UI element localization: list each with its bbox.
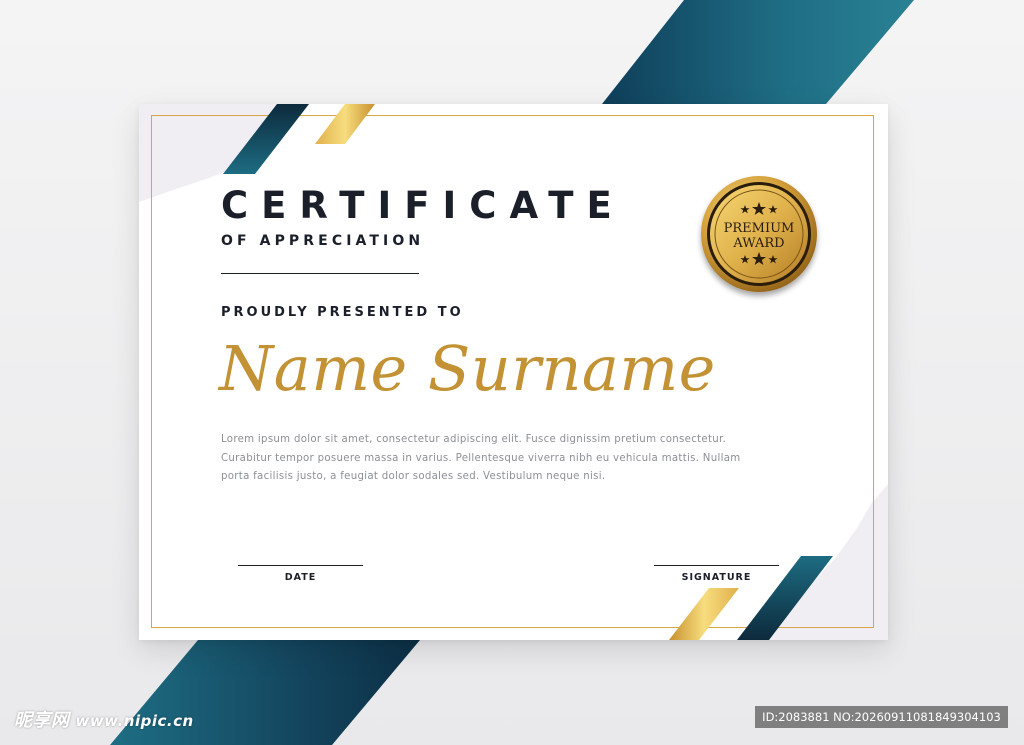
title-divider	[221, 273, 419, 274]
premium-award-seal: PREMIUM AWARD	[701, 176, 817, 292]
date-label: DATE	[284, 572, 317, 583]
site-url: www.nipic.cn	[75, 712, 194, 730]
site-name: 昵享网	[14, 710, 70, 731]
recipient-name: Name Surname	[219, 332, 716, 405]
certificate-title: CERTIFICATE	[221, 184, 625, 227]
date-line	[238, 565, 363, 566]
signature-line	[654, 565, 779, 566]
certificate-body: Lorem ipsum dolor sit amet, consectetur …	[221, 431, 781, 487]
body-line: porta facilisis justo, a feugiat dolor s…	[221, 471, 606, 482]
body-line: Curabitur tempor posuere massa in varius…	[221, 452, 741, 464]
certificate-subtitle: OF APPRECIATION	[221, 233, 425, 249]
image-id-badge: ID:2083881 NO:20260911081849304103	[755, 706, 1008, 728]
seal-line1: PREMIUM	[724, 221, 795, 236]
presented-to-label: PROUDLY PRESENTED TO	[221, 305, 464, 320]
background-teal-band-top	[602, 0, 914, 104]
body-line: Lorem ipsum dolor sit amet, consectetur …	[221, 434, 727, 445]
signature-label: SIGNATURE	[681, 572, 752, 583]
certificate-card: CERTIFICATE OF APPRECIATION PROUDLY PRES…	[139, 104, 888, 640]
seal-line2: AWARD	[732, 236, 784, 251]
site-watermark: 昵享网 www.nipic.cn	[14, 706, 194, 732]
